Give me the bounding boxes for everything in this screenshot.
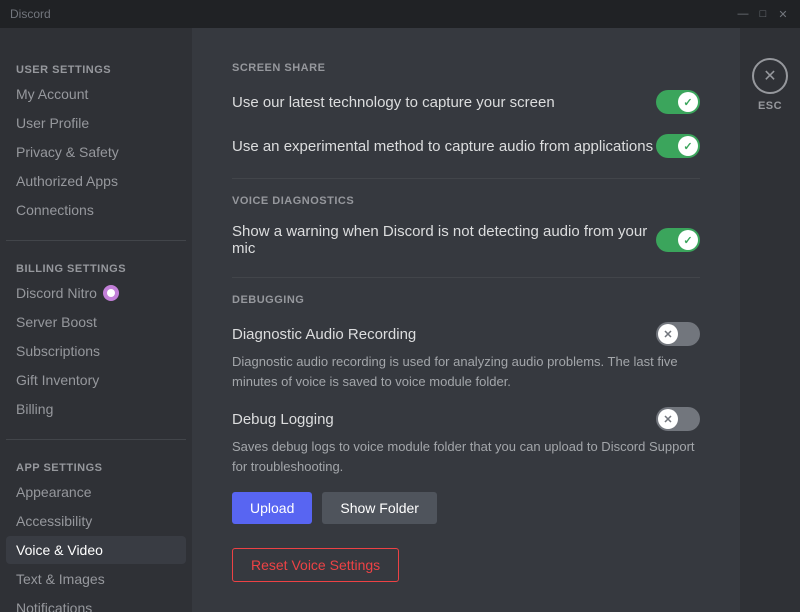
setting-label-voice-warning: Show a warning when Discord is not detec… xyxy=(232,223,656,257)
setting-row-audio-capture: Use an experimental method to capture au… xyxy=(232,134,700,158)
titlebar: Discord — □ ✕ xyxy=(0,0,800,28)
sidebar-label-billing: Billing xyxy=(16,401,53,417)
toggle-knob-screen-capture: ✓ xyxy=(678,92,698,112)
sidebar-label-discord-nitro: Discord Nitro xyxy=(16,285,97,301)
close-button[interactable]: ✕ xyxy=(776,7,790,21)
window-controls: — □ ✕ xyxy=(736,7,790,21)
sidebar-item-subscriptions[interactable]: Subscriptions xyxy=(6,337,186,365)
toggle-check-icon-2: ✓ xyxy=(683,140,692,153)
toggle-check-icon: ✓ xyxy=(683,96,692,109)
sidebar-label-authorized-apps: Authorized Apps xyxy=(16,173,118,189)
esc-container: ✕ ESC xyxy=(740,28,800,612)
setting-row-voice-warning: Show a warning when Discord is not detec… xyxy=(232,223,700,257)
toggle-x-icon-2: ✕ xyxy=(663,413,672,426)
main-content: SCREEN SHARE Use our latest technology t… xyxy=(192,28,740,612)
sidebar-item-notifications[interactable]: Notifications xyxy=(6,594,186,612)
divider-2 xyxy=(232,277,700,278)
upload-button[interactable]: Upload xyxy=(232,492,312,524)
sidebar-label-notifications: Notifications xyxy=(16,600,92,612)
sidebar-label-text-images: Text & Images xyxy=(16,571,105,587)
diag-audio-description: Diagnostic audio recording is used for a… xyxy=(232,352,700,391)
toggle-screen-capture[interactable]: ✓ xyxy=(656,90,700,114)
sidebar-label-voice-video: Voice & Video xyxy=(16,542,103,558)
toggle-knob-diag-audio: ✕ xyxy=(658,324,678,344)
toggle-audio-capture[interactable]: ✓ xyxy=(656,134,700,158)
sidebar-item-discord-nitro[interactable]: Discord Nitro xyxy=(6,279,186,307)
sidebar-divider-1 xyxy=(6,240,186,241)
sidebar-label-gift-inventory: Gift Inventory xyxy=(16,372,99,388)
toggle-check-icon-3: ✓ xyxy=(683,234,692,247)
sidebar-item-voice-video[interactable]: Voice & Video xyxy=(6,536,186,564)
sidebar-item-privacy-safety[interactable]: Privacy & Safety xyxy=(6,138,186,166)
app-title: Discord xyxy=(10,7,51,21)
esc-label: ESC xyxy=(758,100,782,112)
sidebar-label-privacy-safety: Privacy & Safety xyxy=(16,144,119,160)
sidebar-item-user-profile[interactable]: User Profile xyxy=(6,109,186,137)
user-settings-label: USER SETTINGS xyxy=(6,58,186,80)
minimize-button[interactable]: — xyxy=(736,7,750,21)
sidebar-item-server-boost[interactable]: Server Boost xyxy=(6,308,186,336)
sidebar-item-accessibility[interactable]: Accessibility xyxy=(6,507,186,535)
debug-buttons-row: Upload Show Folder xyxy=(232,492,700,524)
setting-label-debug-logging: Debug Logging xyxy=(232,411,656,428)
debugging-heading: DEBUGGING xyxy=(232,294,700,306)
setting-row-screen-capture: Use our latest technology to capture you… xyxy=(232,90,700,114)
setting-label-screen-capture: Use our latest technology to capture you… xyxy=(232,94,656,111)
sidebar-label-accessibility: Accessibility xyxy=(16,513,92,529)
voice-diagnostics-heading: VOICE DIAGNOSTICS xyxy=(232,195,700,207)
toggle-knob-voice-warning: ✓ xyxy=(678,230,698,250)
sidebar-label-subscriptions: Subscriptions xyxy=(16,343,100,359)
show-folder-button[interactable]: Show Folder xyxy=(322,492,437,524)
sidebar-item-my-account[interactable]: My Account xyxy=(6,80,186,108)
sidebar-item-gift-inventory[interactable]: Gift Inventory xyxy=(6,366,186,394)
toggle-diag-audio[interactable]: ✕ xyxy=(656,322,700,346)
sidebar-label-my-account: My Account xyxy=(16,86,88,102)
nitro-icon xyxy=(103,285,119,301)
toggle-knob-audio-capture: ✓ xyxy=(678,136,698,156)
sidebar-label-user-profile: User Profile xyxy=(16,115,89,131)
setting-row-debug-logging: Debug Logging ✕ xyxy=(232,407,700,431)
debug-logging-description: Saves debug logs to voice module folder … xyxy=(232,437,700,476)
setting-row-diag-audio: Diagnostic Audio Recording ✕ xyxy=(232,322,700,346)
sidebar-item-authorized-apps[interactable]: Authorized Apps xyxy=(6,167,186,195)
sidebar-label-connections: Connections xyxy=(16,202,94,218)
toggle-x-icon: ✕ xyxy=(663,328,672,341)
sidebar-item-appearance[interactable]: Appearance xyxy=(6,478,186,506)
setting-label-audio-capture: Use an experimental method to capture au… xyxy=(232,138,656,155)
toggle-debug-logging[interactable]: ✕ xyxy=(656,407,700,431)
sidebar-label-server-boost: Server Boost xyxy=(16,314,97,330)
sidebar-divider-2 xyxy=(6,439,186,440)
billing-settings-label: BILLING SETTINGS xyxy=(6,257,186,279)
sidebar-item-text-images[interactable]: Text & Images xyxy=(6,565,186,593)
maximize-button[interactable]: □ xyxy=(756,7,770,21)
sidebar-item-billing[interactable]: Billing xyxy=(6,395,186,423)
app-container: USER SETTINGS My Account User Profile Pr… xyxy=(0,28,800,612)
close-settings-button[interactable]: ✕ xyxy=(752,58,788,94)
sidebar-item-connections[interactable]: Connections xyxy=(6,196,186,224)
setting-label-diag-audio: Diagnostic Audio Recording xyxy=(232,326,656,343)
screen-share-heading: SCREEN SHARE xyxy=(232,62,700,74)
app-settings-label: APP SETTINGS xyxy=(6,456,186,478)
toggle-voice-warning[interactable]: ✓ xyxy=(656,228,700,252)
divider-1 xyxy=(232,178,700,179)
sidebar-label-appearance: Appearance xyxy=(16,484,92,500)
toggle-knob-debug-logging: ✕ xyxy=(658,409,678,429)
reset-voice-settings-button[interactable]: Reset Voice Settings xyxy=(232,548,399,582)
sidebar: USER SETTINGS My Account User Profile Pr… xyxy=(0,28,192,612)
